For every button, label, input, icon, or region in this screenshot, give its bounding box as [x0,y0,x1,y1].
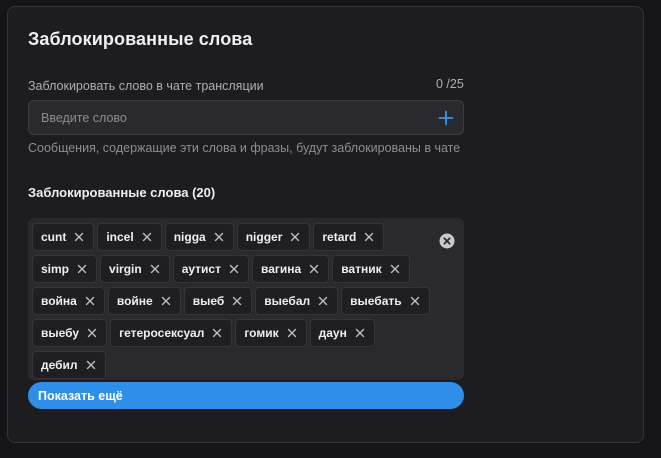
blocked-word-label: выебать [350,294,402,308]
remove-word-button[interactable] [211,327,223,339]
blocked-word-tag: nigga [164,223,234,251]
blocked-word-label: гетеросексуал [119,326,205,340]
page: Заблокированные слова Заблокировать слов… [0,0,661,458]
blocked-word-label: война [41,294,77,308]
close-icon [410,296,419,306]
blocked-word-tag: выебал [255,287,339,315]
blocked-word-label: вагина [261,262,302,276]
remove-word-button[interactable] [354,327,366,339]
remove-word-button[interactable] [85,359,97,371]
remove-word-button[interactable] [228,263,240,275]
blocked-word-label: войне [116,294,153,308]
blocked-word-tag: аутист [172,255,249,283]
blocked-word-label: выебу [41,326,80,340]
blocked-word-tag: выебать [341,287,430,315]
close-icon [214,232,223,242]
blocked-list-title: Заблокированные слова (20) [28,185,216,200]
clear-all-button[interactable] [439,233,455,249]
close-icon [355,328,365,338]
blocked-word-tag: ватник [332,255,410,283]
close-icon [213,328,222,338]
remove-word-button[interactable] [73,231,85,243]
close-icon [150,264,159,274]
close-icon [77,264,87,274]
blocked-word-label: nigger [245,230,283,244]
close-icon [75,232,84,242]
blocked-word-tag: simp [32,255,98,283]
remove-word-button[interactable] [84,295,96,307]
remove-word-button[interactable] [389,263,401,275]
blocked-word-tag: война [32,287,105,315]
blocked-word-label: выебал [264,294,311,308]
remove-word-button[interactable] [409,295,421,307]
blocked-word-tag: гетеросексуал [110,319,233,347]
input-label: Заблокировать слово в чате трансляции [28,79,264,93]
remove-word-button[interactable] [286,327,298,339]
blocked-word-label: выеб [192,294,225,308]
character-counter: 0 /25 [436,77,464,91]
show-more-button[interactable]: Показать ещё [28,382,464,409]
remove-word-button[interactable] [289,231,301,243]
blocked-word-tag: выеб [183,287,253,315]
blocked-word-label: incel [106,230,134,244]
blocked-word-tag: войне [107,287,181,315]
remove-word-button[interactable] [317,295,329,307]
close-icon [390,264,399,274]
remove-word-button[interactable] [213,231,225,243]
close-icon [85,296,95,306]
blocked-word-tag: вагина [252,255,330,283]
section-title: Заблокированные слова [28,29,253,49]
close-icon [229,264,239,274]
blocked-word-label: дебил [41,358,78,372]
remove-word-button[interactable] [308,263,320,275]
close-icon [291,232,300,242]
remove-word-button[interactable] [149,263,161,275]
blocked-word-label: nigga [173,230,206,244]
input-hint: Сообщения, содержащие эти слова и фразы,… [28,141,461,155]
blocked-word-tag: дебил [32,351,106,379]
close-icon [318,296,328,306]
blocked-word-label: retard [322,230,357,244]
blocked-word-tag: даун [309,319,375,347]
remove-word-button[interactable] [141,231,153,243]
blocked-word-tag: incel [97,223,162,251]
blocked-word-label: ватник [341,262,382,276]
close-icon [310,264,319,274]
blocked-word-label: cunt [41,230,67,244]
remove-word-button[interactable] [76,263,88,275]
word-input[interactable] [29,101,429,134]
remove-word-button[interactable] [231,295,243,307]
clear-circle-icon [439,233,455,249]
close-icon [365,232,374,242]
remove-word-button[interactable] [160,295,172,307]
blocked-word-label: гомик [244,326,279,340]
blocked-word-tag: nigger [236,223,311,251]
remove-word-button[interactable] [363,231,375,243]
blocked-words-box: cunt incel nigga nigger retard simp virgin аути… [28,218,464,380]
blocked-word-tag: virgin [100,255,170,283]
blocked-word-label: аутист [181,262,221,276]
blocked-word-tag: cunt [32,223,95,251]
plus-icon [438,110,454,126]
close-icon [233,296,242,306]
blocked-word-label: simp [41,262,70,276]
close-icon [87,328,97,338]
add-word-button[interactable] [435,107,457,129]
blocked-word-tag: гомик [235,319,307,347]
close-icon [86,360,95,370]
blocked-word-tag: выебу [32,319,108,347]
blocked-words-list: cunt incel nigga nigger retard simp virgin аути… [32,223,432,379]
close-icon [142,232,151,242]
close-icon [287,328,296,338]
blocked-word-tag: retard [313,223,385,251]
word-input-container [28,100,464,135]
blocked-word-label: virgin [109,262,142,276]
blocked-word-label: даун [318,326,347,340]
close-icon [161,296,170,306]
remove-word-button[interactable] [86,327,98,339]
